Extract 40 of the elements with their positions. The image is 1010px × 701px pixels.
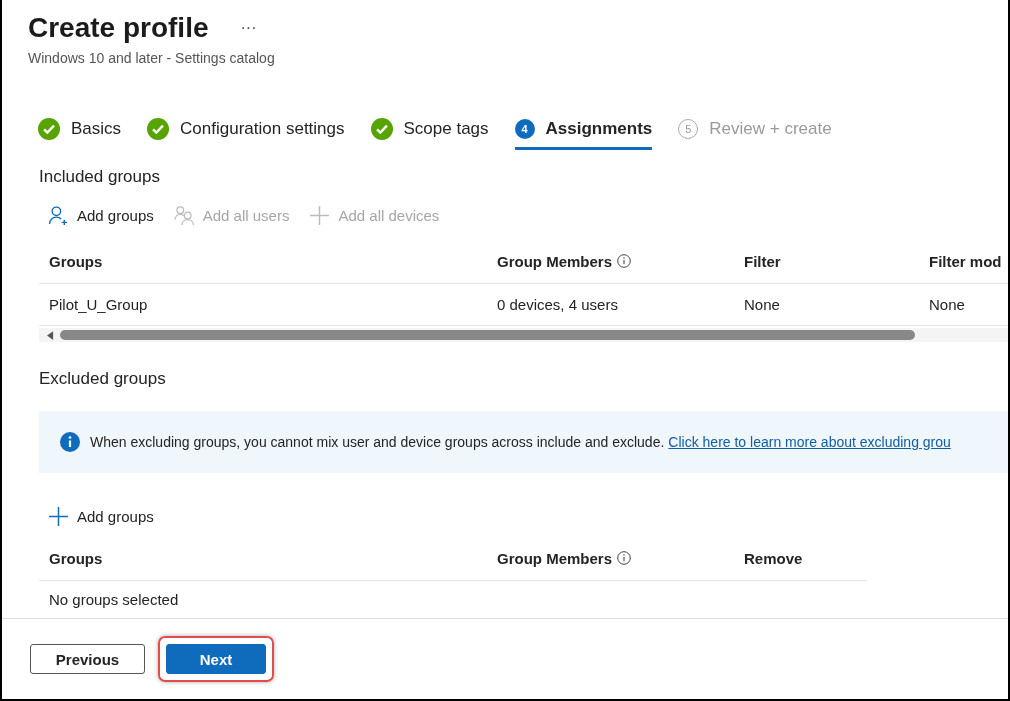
column-header: Groups [49, 549, 103, 567]
add-user-icon [48, 205, 69, 226]
check-circle-icon [38, 118, 60, 140]
step-number: 4 [514, 119, 535, 139]
plus-icon [309, 205, 331, 226]
column-header: Filter mod [929, 252, 1002, 270]
column-header: Filter [744, 252, 781, 270]
check-circle-icon [370, 118, 393, 140]
column-header: Group Members [497, 549, 613, 567]
wizard-step-tab[interactable]: 4 Assignments [514, 118, 653, 150]
wizard-step-tab[interactable]: Configuration settings [147, 118, 345, 150]
empty-message: No groups selected [49, 590, 179, 608]
info-icon [617, 254, 632, 268]
info-icon [617, 551, 632, 565]
scroll-left-arrow-icon[interactable] [47, 330, 54, 340]
table-cell: 0 devices, 4 users [497, 296, 618, 313]
page-subtitle: Windows 10 and later - Settings catalog [28, 50, 276, 66]
plus-icon [48, 506, 69, 527]
check-circle-icon [147, 118, 170, 140]
column-header: Remove [744, 549, 803, 567]
toolbar-button[interactable]: Add groups [48, 205, 154, 226]
page-title: Create profile [28, 12, 209, 44]
section-heading: Included groups [39, 167, 161, 187]
wizard-step-tab[interactable]: Basics [38, 118, 122, 150]
section-heading: Excluded groups [39, 369, 167, 389]
wizard-step-tab[interactable]: Scope tags [370, 118, 489, 150]
info-icon [60, 432, 80, 452]
users-icon [173, 205, 195, 226]
table-cell: Pilot_U_Group [49, 296, 148, 313]
next-button[interactable]: Next [166, 644, 266, 674]
info-message: When excluding groups, you cannot mix user and device groups across include and exclude. [90, 434, 665, 450]
more-button[interactable]: ··· [236, 19, 261, 37]
table-cell: None [744, 296, 780, 313]
horizontal-scrollbar[interactable] [39, 328, 1008, 342]
table-cell: None [929, 296, 965, 313]
previous-button[interactable]: Previous [30, 644, 145, 674]
toolbar-button[interactable]: Add groups [48, 506, 154, 527]
learn-more-link[interactable]: Click here to learn more about excluding grou [668, 434, 951, 450]
column-header: Groups [49, 252, 103, 270]
column-header: Group Members [497, 252, 613, 270]
